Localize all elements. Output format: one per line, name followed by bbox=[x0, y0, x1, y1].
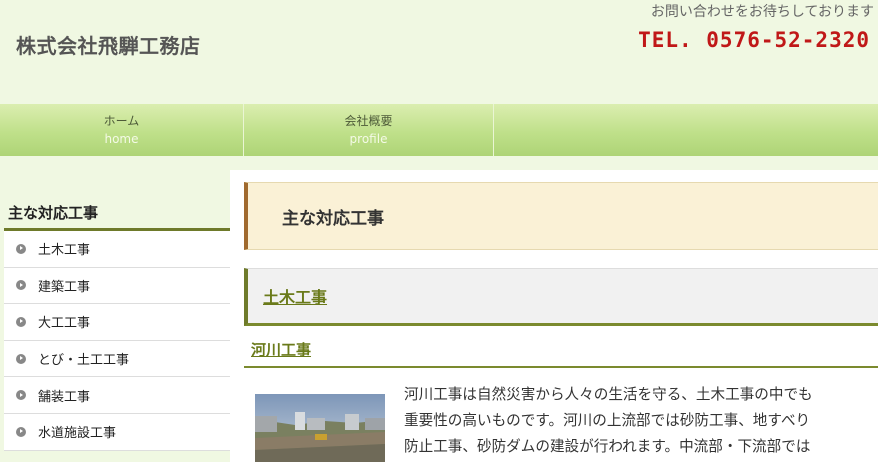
arrow-bullet-icon bbox=[16, 390, 26, 401]
sidebar-item-label: とび・土工工事 bbox=[38, 353, 130, 369]
sidebar-list: 土木工事 建築工事 大工工事 とび・土工工事 舗装工事 水道施設工事 bbox=[4, 228, 242, 451]
arrow-bullet-icon bbox=[16, 243, 26, 254]
sidebar-title: 主な対応工事 bbox=[8, 204, 99, 222]
body-line: 河川工事は自然災害から人々の生活を守る、土木工事の中でも bbox=[404, 386, 813, 403]
nav-label-en: home bbox=[104, 132, 139, 146]
nav-label-jp: 会社概要 bbox=[344, 114, 393, 128]
sidebar-item-scaffolding[interactable]: とび・土工工事 bbox=[4, 341, 242, 378]
body-text: 河川工事は自然災害から人々の生活を守る、土木工事の中でも 重要性の高いものです。… bbox=[404, 382, 878, 460]
main-content: 主な対応工事 土木工事 河川工事 河川工事は自然災害から人々の生活を守る、土木工… bbox=[230, 170, 878, 462]
sub-heading: 河川工事 bbox=[244, 338, 878, 368]
sidebar-item-label: 大工工事 bbox=[38, 316, 91, 332]
arrow-bullet-icon bbox=[16, 316, 26, 327]
sidebar-item-label: 舗装工事 bbox=[38, 389, 91, 405]
page-title: 主な対応工事 bbox=[244, 182, 878, 250]
arrow-bullet-icon bbox=[16, 280, 26, 291]
section-heading: 土木工事 bbox=[244, 268, 878, 326]
section-heading-link[interactable]: 土木工事 bbox=[263, 284, 327, 308]
body-line: 重要性の高いものです。河川の上流部では砂防工事、地すべり bbox=[404, 412, 811, 429]
sidebar: 主な対応工事 土木工事 建築工事 大工工事 とび・土工工事 舗装工事 水道施設工… bbox=[0, 156, 242, 462]
phone-number: TEL. 0576-52-2320 bbox=[638, 28, 870, 52]
global-nav: ホーム home 会社概要 profile bbox=[0, 104, 878, 156]
site-header: 株式会社飛騨工務店 お問い合わせをお待ちしております TEL. 0576-52-… bbox=[0, 0, 878, 104]
nav-label-jp: ホーム bbox=[103, 114, 140, 128]
contact-message: お問い合わせをお待ちしております bbox=[650, 4, 874, 20]
body-line: 防止工事、砂防ダムの建設が行われます。中流部・下流部では bbox=[404, 438, 811, 455]
sub-heading-link[interactable]: 河川工事 bbox=[251, 341, 311, 359]
river-construction-photo bbox=[255, 394, 385, 462]
river-construction-image bbox=[255, 394, 385, 462]
sidebar-item-label: 水道施設工事 bbox=[38, 426, 117, 442]
sidebar-item-paving[interactable]: 舗装工事 bbox=[4, 377, 242, 414]
sidebar-item-label: 土木工事 bbox=[38, 243, 91, 259]
arrow-bullet-icon bbox=[16, 426, 26, 437]
site-title[interactable]: 株式会社飛騨工務店 bbox=[16, 30, 201, 59]
sidebar-item-carpentry[interactable]: 大工工事 bbox=[4, 304, 242, 341]
nav-item-profile[interactable]: 会社概要 profile bbox=[244, 104, 494, 156]
arrow-bullet-icon bbox=[16, 353, 26, 364]
sidebar-item-building[interactable]: 建築工事 bbox=[4, 268, 242, 305]
nav-label-en: profile bbox=[349, 132, 388, 146]
nav-item-home[interactable]: ホーム home bbox=[0, 104, 244, 156]
sidebar-item-label: 建築工事 bbox=[38, 279, 91, 295]
sidebar-item-waterworks[interactable]: 水道施設工事 bbox=[4, 414, 242, 451]
sidebar-item-civil[interactable]: 土木工事 bbox=[4, 231, 242, 268]
